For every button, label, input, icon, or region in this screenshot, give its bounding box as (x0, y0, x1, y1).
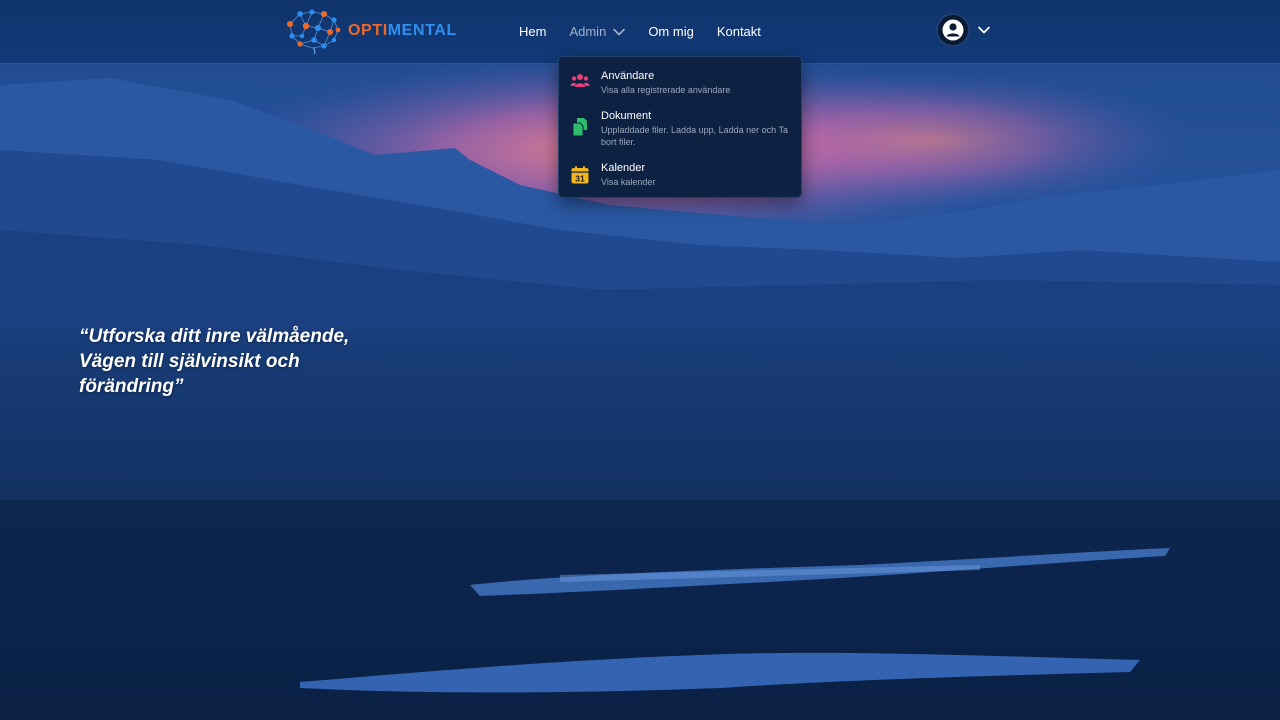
menu-item-dokument[interactable]: Dokument Uppladdade filer. Ladda upp, La… (559, 109, 801, 149)
chevron-down-icon (613, 28, 626, 35)
menu-item-title: Användare (601, 70, 655, 82)
avatar[interactable] (936, 13, 970, 47)
brand-name-part1: OPTI (348, 22, 388, 39)
menu-item-title: Kalender (601, 162, 646, 174)
menu-item-kalender[interactable]: 31 Kalender Visa kalender (559, 161, 801, 191)
top-navbar: OPTIMENTAL Hem Admin Om mig Kontakt (0, 0, 1280, 64)
main-nav: Hem Admin Om mig Kontakt (519, 0, 784, 63)
brand-logo[interactable]: OPTIMENTAL (284, 6, 457, 56)
menu-item-dokument-text: Dokument Uppladdade filer. Ladda upp, La… (601, 109, 793, 148)
menu-item-anvandare[interactable]: Användare Visa alla registrerade använda… (559, 69, 801, 99)
nav-link-kontakt[interactable]: Kontakt (717, 24, 761, 39)
hero-quote: “Utforska ditt inre välmående, Vägen til… (79, 324, 379, 399)
nav-link-hem[interactable]: Hem (519, 24, 546, 39)
user-menu-toggle[interactable] (936, 13, 990, 47)
brain-network-logo-icon (287, 9, 341, 55)
chevron-down-icon (978, 26, 990, 34)
hero-quote-line-2: Vägen till självinsikt och (79, 351, 300, 372)
nav-link-admin-label: Admin (569, 24, 607, 39)
hero-quote-line-3: förändring” (79, 376, 184, 397)
documents-icon (572, 118, 587, 137)
menu-item-title: Dokument (601, 110, 652, 122)
user-avatar-icon (942, 19, 964, 41)
nav-link-admin[interactable]: Admin (569, 24, 626, 39)
menu-item-description: Uppladdade filer. Ladda upp, Ladda ner o… (601, 125, 788, 147)
calendar-icon: 31 (571, 166, 589, 184)
menu-item-anvandare-text: Användare Visa alla registrerade använda… (601, 69, 793, 96)
menu-item-description: Visa kalender (601, 177, 656, 187)
menu-item-kalender-text: Kalender Visa kalender (601, 161, 793, 188)
calendar-icon-text: 31 (575, 174, 585, 184)
hero-quote-line-1: “Utforska ditt inre välmående, (79, 326, 350, 347)
nav-link-om-mig[interactable]: Om mig (648, 24, 694, 39)
brand-name-part2: MENTAL (387, 22, 457, 39)
users-icon (570, 74, 590, 87)
menu-item-description: Visa alla registrerade användare (601, 85, 731, 95)
brand-name: OPTIMENTAL (348, 22, 457, 40)
admin-dropdown-menu: Användare Visa alla registrerade använda… (558, 56, 802, 198)
